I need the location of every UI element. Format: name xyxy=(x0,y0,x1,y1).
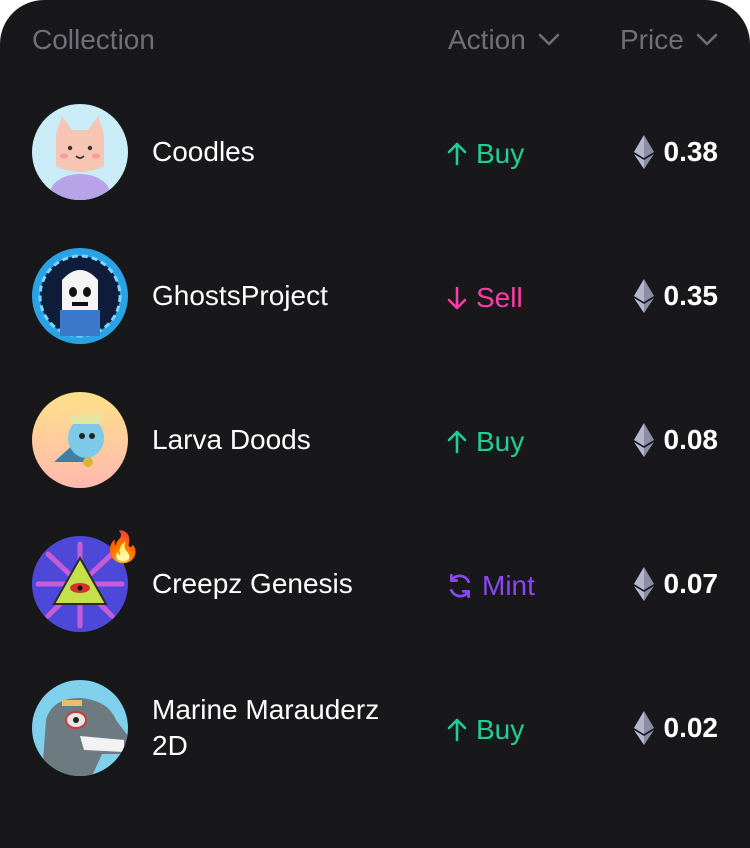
ethereum-icon xyxy=(633,135,654,169)
price: 0.38 xyxy=(633,134,719,170)
action-label: Buy xyxy=(476,426,525,457)
table-row[interactable]: Marine Marauderz 2D Buy 0.02 xyxy=(0,664,750,808)
ethereum-icon xyxy=(633,567,654,601)
ethereum-icon xyxy=(633,711,654,745)
activity-table: Collection Action Price Coodles Buy 0.38… xyxy=(0,0,750,848)
table-row[interactable]: 🔥 Creepz Genesis Mint 0.07 xyxy=(0,520,750,664)
arrow-down-icon xyxy=(447,286,467,310)
column-header-action[interactable]: Action xyxy=(448,22,560,58)
action-buy: Buy xyxy=(446,424,524,460)
ghostsproject-avatar xyxy=(32,248,128,344)
arrow-up-icon xyxy=(447,718,467,742)
action-mint: Mint xyxy=(446,568,535,604)
table-row[interactable]: GhostsProject Sell 0.35 xyxy=(0,232,750,376)
price: 0.35 xyxy=(633,278,719,314)
larva-doods-avatar xyxy=(32,392,128,488)
price-value: 0.07 xyxy=(663,568,719,599)
price-value: 0.02 xyxy=(663,712,719,743)
collection-name: Coodles xyxy=(152,136,255,167)
arrow-up-icon xyxy=(447,430,467,454)
collection-name: Creepz Genesis xyxy=(152,568,353,599)
collection-name: GhostsProject xyxy=(152,280,328,311)
chevron-down-icon xyxy=(696,33,718,46)
action-label: Buy xyxy=(476,138,525,169)
action-buy: Buy xyxy=(446,136,524,172)
column-header-collection: Collection xyxy=(32,24,155,55)
chevron-down-icon xyxy=(538,33,560,46)
collection-name: Marine Marauderz 2D xyxy=(152,694,380,761)
action-buy: Buy xyxy=(446,712,524,748)
ethereum-icon xyxy=(633,279,654,313)
price-value: 0.35 xyxy=(663,280,719,311)
table-row[interactable]: Larva Doods Buy 0.08 xyxy=(0,376,750,520)
action-label: Mint xyxy=(482,570,535,601)
ethereum-icon xyxy=(633,423,654,457)
price-value: 0.08 xyxy=(663,424,719,455)
marine-marauderz-avatar xyxy=(32,680,128,776)
price: 0.08 xyxy=(633,422,719,458)
table-row[interactable]: Coodles Buy 0.38 xyxy=(0,88,750,232)
fire-icon: 🔥 xyxy=(104,531,142,564)
column-header-price-label: Price xyxy=(620,24,684,55)
price: 0.02 xyxy=(633,710,719,746)
price-value: 0.38 xyxy=(663,136,719,167)
collection-name: Larva Doods xyxy=(152,424,311,455)
price: 0.07 xyxy=(633,566,719,602)
column-header-action-label: Action xyxy=(448,24,526,55)
action-sell: Sell xyxy=(446,280,523,316)
arrow-up-icon xyxy=(447,142,467,166)
column-header-price[interactable]: Price xyxy=(620,22,718,58)
refresh-icon xyxy=(449,573,471,599)
action-label: Buy xyxy=(476,714,525,745)
action-label: Sell xyxy=(476,282,523,313)
coodles-avatar xyxy=(32,104,128,200)
